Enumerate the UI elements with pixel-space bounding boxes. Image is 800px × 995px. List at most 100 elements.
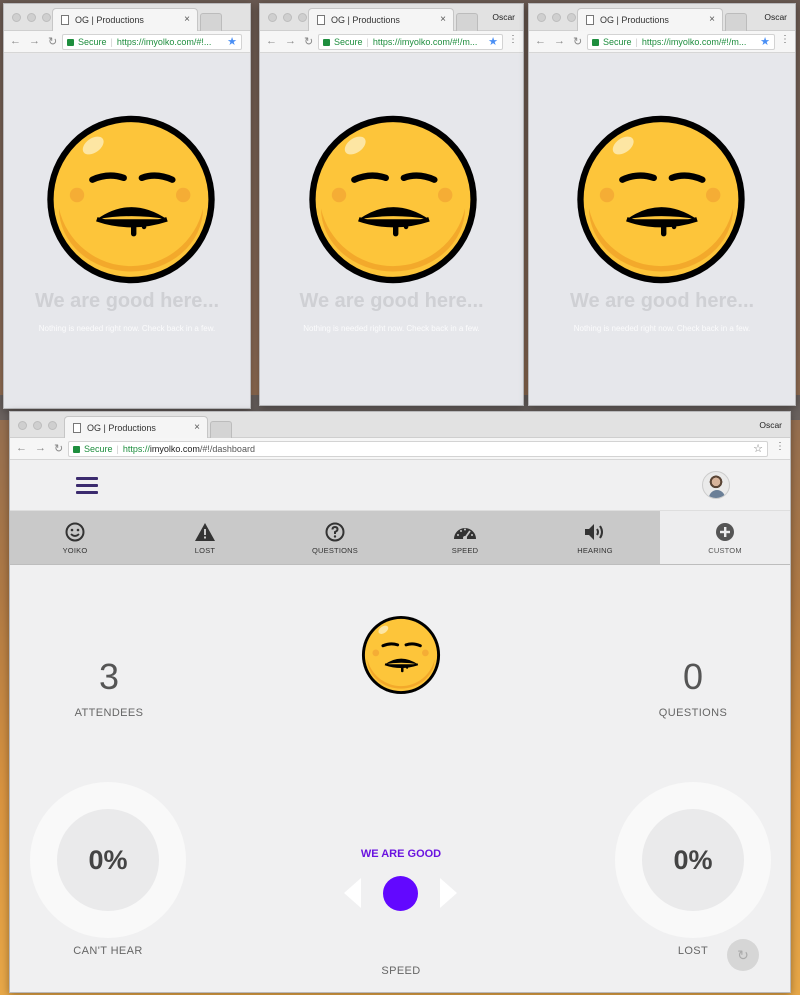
address-bar-row: ← → ↻ Secure | https://imyolko.com/#!/m...… — [529, 31, 795, 53]
refresh-icon: ↻ — [737, 946, 749, 963]
back-icon[interactable]: ← — [10, 35, 21, 48]
lock-icon — [73, 445, 80, 453]
url-text: https://imyolko.com/#!... — [116, 37, 212, 47]
page-content: We are good here... Nothing is needed ri… — [4, 54, 250, 408]
reload-icon[interactable]: ↻ — [573, 35, 582, 48]
page-content: We are good here... Nothing is needed ri… — [529, 54, 795, 405]
tab-label: CUSTOM — [708, 546, 742, 555]
profile-name[interactable]: Oscar — [764, 12, 787, 22]
speed-increase-arrow-icon[interactable] — [440, 878, 457, 908]
nav-buttons: ← → ↻ — [535, 35, 582, 48]
url-field[interactable]: Secure | https://imyolko.com/#!/m... ★ — [587, 34, 775, 50]
bookmark-star-icon[interactable]: ★ — [760, 35, 770, 48]
window-controls[interactable] — [537, 13, 576, 22]
speed-indicator[interactable] — [383, 876, 418, 911]
page-icon — [317, 15, 325, 25]
question-icon — [323, 520, 347, 544]
back-icon[interactable]: ← — [266, 35, 277, 48]
status-heading: We are good here... — [299, 290, 484, 312]
status-subtitle: Nothing is needed right now. Check back … — [303, 324, 480, 333]
refresh-button[interactable]: ↻ — [727, 939, 759, 971]
tab-custom[interactable]: CUSTOM — [660, 511, 790, 564]
new-tab-button[interactable] — [210, 421, 232, 439]
close-tab-icon[interactable]: × — [709, 14, 715, 25]
secure-label: Secure — [603, 37, 632, 47]
secure-label: Secure — [334, 37, 363, 47]
more-menu-icon[interactable]: ⋮ — [775, 441, 785, 452]
tab-yoiko[interactable]: YOIKO — [10, 511, 140, 564]
tab-title: OG | Productions — [75, 15, 144, 25]
browser-tab[interactable]: OG | Productions × — [308, 8, 454, 31]
url-text: https://imyolko.com/#!/m... — [641, 37, 747, 47]
plus-circle-icon — [713, 520, 737, 544]
forward-icon[interactable]: → — [285, 35, 296, 48]
tab-label: LOST — [194, 546, 216, 555]
bookmark-star-icon[interactable]: ☆ — [753, 442, 763, 455]
lost-percent: 0% — [642, 809, 744, 911]
tab-hearing[interactable]: HEARING — [530, 511, 660, 564]
forward-icon[interactable]: → — [554, 35, 565, 48]
new-tab-button[interactable] — [456, 13, 478, 31]
questions-count: 0 — [682, 656, 704, 697]
page-icon — [61, 15, 69, 25]
browser-window-attendee-2: OG | Productions × Oscar ← → ↻ Secure | ht… — [259, 3, 524, 406]
cant-hear-gauge: 0% — [30, 782, 186, 938]
url-field[interactable]: Secure | https://imyolko.com/#!/m... ★ — [318, 34, 503, 50]
window-controls[interactable] — [12, 13, 51, 22]
status-text: WE ARE GOOD — [360, 848, 442, 860]
url-field[interactable]: Secure | https://imyolko.com/#!/dashboar… — [68, 441, 768, 457]
more-menu-icon[interactable]: ⋮ — [508, 34, 518, 45]
url-field[interactable]: Secure | https://imyolko.com/#!... ★ — [62, 34, 242, 50]
lost-gauge: 0% — [615, 782, 771, 938]
back-icon[interactable]: ← — [535, 35, 546, 48]
nav-buttons: ← → ↻ — [16, 442, 63, 455]
browser-tab[interactable]: OG | Productions × — [52, 8, 198, 31]
status-subtitle: Nothing is needed right now. Check back … — [573, 324, 751, 333]
forward-icon[interactable]: → — [29, 35, 40, 48]
forward-icon[interactable]: → — [35, 442, 46, 455]
reload-icon[interactable]: ↻ — [48, 35, 57, 48]
tab-title: OG | Productions — [331, 15, 400, 25]
profile-name[interactable]: Oscar — [492, 12, 515, 22]
tab-lost[interactable]: LOST — [140, 511, 270, 564]
address-bar-row: ← → ↻ Secure | https://imyolko.com/#!... ★ — [4, 31, 250, 53]
tab-title: OG | Productions — [87, 423, 156, 433]
reload-icon[interactable]: ↻ — [54, 442, 63, 455]
sleepy-emoji-icon — [571, 107, 751, 292]
avatar[interactable] — [702, 471, 730, 499]
url-path: /#!/dashboard — [199, 444, 255, 454]
close-tab-icon[interactable]: × — [440, 14, 446, 25]
bookmark-star-icon[interactable]: ★ — [488, 35, 498, 48]
url-scheme: https:// — [122, 444, 150, 454]
warning-icon — [193, 520, 217, 544]
reload-icon[interactable]: ↻ — [304, 35, 313, 48]
new-tab-button[interactable] — [725, 13, 747, 31]
back-icon[interactable]: ← — [16, 442, 27, 455]
attendees-label: ATTENDEES — [74, 707, 144, 719]
browser-tab[interactable]: OG | Productions × — [64, 416, 208, 439]
window-controls[interactable] — [18, 421, 57, 430]
profile-name[interactable]: Oscar — [759, 420, 782, 430]
browser-window-attendee-1: OG | Productions × ← → ↻ Secure | https://… — [3, 3, 251, 409]
speed-decrease-arrow-icon[interactable] — [344, 878, 361, 908]
browser-tab[interactable]: OG | Productions × — [577, 8, 723, 31]
url-text: https://imyolko.com/#!/m... — [372, 37, 478, 47]
attendees-count: 3 — [98, 656, 120, 697]
tab-label: HEARING — [577, 546, 613, 555]
bookmark-star-icon[interactable]: ★ — [227, 35, 237, 48]
title-bar: OG | Productions × Oscar — [260, 4, 523, 31]
more-menu-icon[interactable]: ⋮ — [780, 34, 790, 45]
window-controls[interactable] — [268, 13, 307, 22]
tab-speed[interactable]: SPEED — [400, 511, 530, 564]
title-bar: OG | Productions × — [4, 4, 250, 31]
hamburger-menu-icon[interactable] — [76, 477, 98, 498]
close-tab-icon[interactable]: × — [184, 14, 190, 25]
lock-icon — [67, 38, 74, 46]
questions-label: QUESTIONS — [658, 707, 728, 719]
sleepy-emoji-icon — [303, 107, 483, 292]
new-tab-button[interactable] — [200, 13, 222, 31]
tab-questions[interactable]: QUESTIONS — [270, 511, 400, 564]
status-subtitle: Nothing is needed right now. Check back … — [38, 324, 216, 333]
tab-title: OG | Productions — [600, 15, 669, 25]
close-tab-icon[interactable]: × — [194, 422, 200, 433]
